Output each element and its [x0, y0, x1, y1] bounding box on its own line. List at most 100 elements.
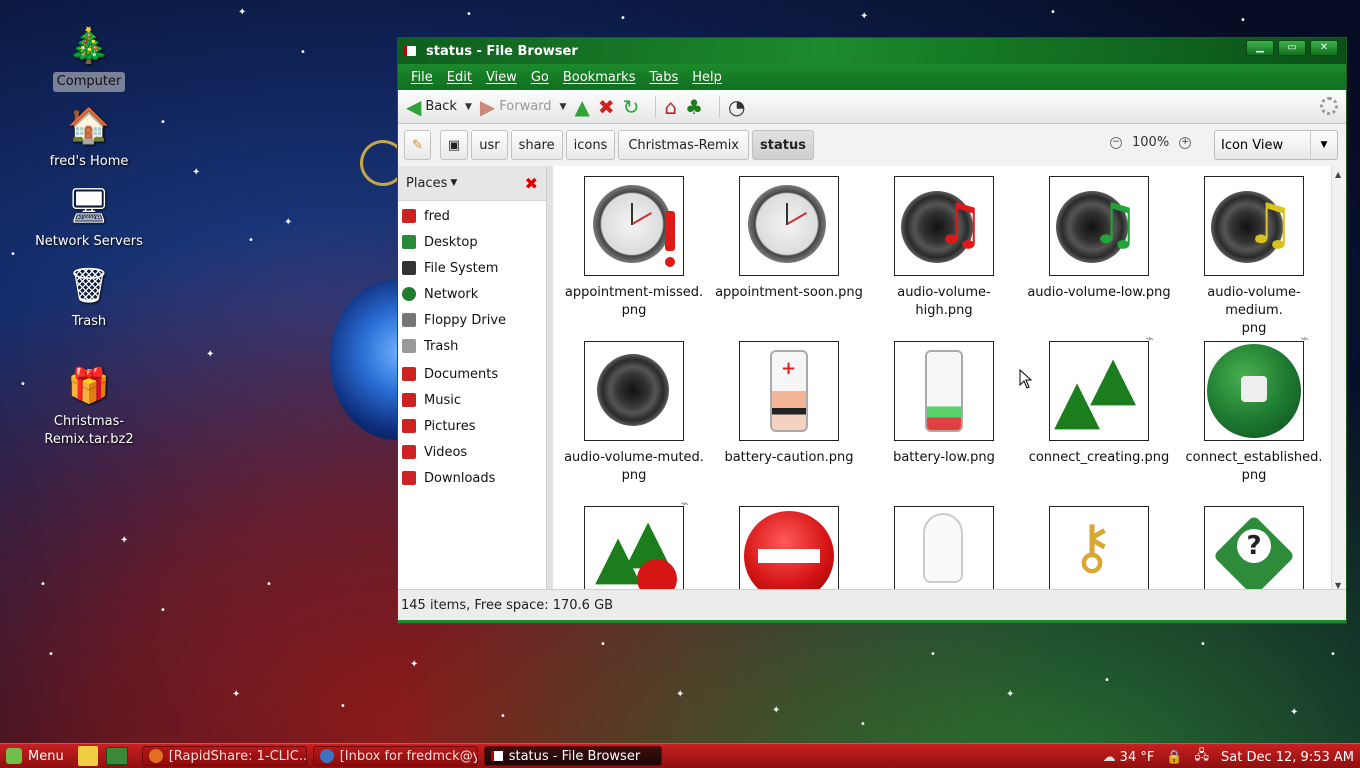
trash-icon	[402, 339, 416, 353]
desktop-icon-network-servers[interactable]: 🖥 Network Servers	[14, 184, 164, 252]
crumb-share[interactable]: share	[510, 130, 563, 160]
sidebar-item-label: File System	[424, 260, 499, 276]
toggle-location-button[interactable]: ✎	[404, 130, 431, 160]
chevron-down-icon[interactable]: ▼	[560, 102, 567, 112]
menu-tabs[interactable]: Tabs	[649, 70, 678, 85]
file-item[interactable]: appointment-missed. png	[559, 176, 709, 320]
stop-button[interactable]: ✖	[598, 95, 615, 119]
file-item[interactable]: + battery-caution.png	[714, 341, 864, 467]
system-tray: ☁ 34 °F 🔒 🖧 Sat Dec 12, 9:53 AM	[1103, 746, 1354, 768]
folder-icon	[402, 367, 416, 381]
sidebar-item-file-system[interactable]: File System	[398, 255, 546, 281]
up-button[interactable]: ▲	[574, 95, 589, 119]
maximize-button[interactable]: ▭	[1278, 40, 1306, 56]
file-item[interactable]	[714, 506, 864, 594]
task-thunderbird[interactable]: [Inbox for fredmck@y...	[312, 746, 478, 766]
floppy-icon	[402, 313, 416, 327]
computer-button[interactable]: ♣	[685, 95, 703, 119]
sidebar-item-fred[interactable]: fred	[398, 203, 546, 229]
sidebar-item-pictures[interactable]: Pictures	[398, 413, 546, 439]
main-area: Places ▼ ✖ fred Desktop File System Netw…	[398, 166, 1346, 594]
sidebar-item-label: Videos	[424, 444, 468, 460]
view-selector[interactable]: Icon View ▼	[1214, 130, 1338, 160]
file-item[interactable]: audio-volume-muted. png	[559, 341, 709, 485]
network-status-icon[interactable]: 🖧	[1195, 746, 1210, 768]
crumb-status[interactable]: status	[752, 130, 814, 160]
menu-help[interactable]: Help	[692, 70, 722, 85]
chevron-down-icon[interactable]: ▼	[465, 102, 472, 112]
close-button[interactable]: ✕	[1310, 40, 1338, 56]
weather-applet[interactable]: ☁ 34 °F	[1103, 750, 1155, 765]
crumb-usr[interactable]: usr	[471, 130, 508, 160]
home-button[interactable]: ⌂	[664, 95, 677, 119]
file-item[interactable]: ⌁ ▲ ▲	[559, 496, 709, 594]
lock-icon[interactable]: 🔒	[1166, 750, 1182, 765]
file-item[interactable]	[869, 506, 1019, 594]
task-file-browser[interactable]: status - File Browser	[483, 746, 662, 766]
crumb-icons[interactable]: icons	[565, 130, 616, 160]
file-item[interactable]: ♫ audio-volume-low.png	[1024, 176, 1174, 302]
sidebar-item-videos[interactable]: Videos	[398, 439, 546, 465]
menu-button[interactable]: Menu	[0, 746, 70, 766]
search-button[interactable]: ◔	[728, 95, 745, 119]
task-firefox[interactable]: [RapidShare: 1-CLIC...	[141, 746, 307, 766]
reload-button[interactable]: ↻	[623, 95, 640, 119]
mint-logo-icon	[6, 748, 22, 764]
forward-label: Forward	[499, 99, 552, 114]
notes-launcher-icon[interactable]	[77, 746, 98, 766]
sidebar-item-downloads[interactable]: Downloads	[398, 465, 546, 491]
zoom-out-icon[interactable]: −	[1110, 136, 1122, 149]
file-item[interactable]: ⌁ ▲ ▲ connect_creating.png	[1024, 331, 1174, 467]
menu-view[interactable]: View	[486, 70, 517, 85]
chevron-down-icon: ▼	[450, 178, 458, 188]
back-label: Back	[425, 99, 457, 114]
sidebar-item-label: Pictures	[424, 418, 476, 434]
places-sidebar: Places ▼ ✖ fred Desktop File System Netw…	[398, 166, 547, 594]
crumb-christmas-remix[interactable]: Christmas-Remix	[618, 130, 749, 160]
minimize-button[interactable]: ▁	[1246, 40, 1274, 56]
desktop-icon-label: Network Servers	[35, 234, 143, 249]
folder-icon	[402, 393, 416, 407]
zoom-in-icon[interactable]: +	[1179, 136, 1192, 149]
scroll-up-icon[interactable]: ▲	[1335, 170, 1341, 179]
sidebar-item-documents[interactable]: Documents	[398, 361, 546, 387]
forward-button[interactable]: ▶ Forward ▼	[480, 95, 567, 119]
terminal-launcher-icon[interactable]	[105, 747, 128, 765]
places-header[interactable]: Places ▼ ✖	[398, 166, 546, 201]
sidebar-item-trash[interactable]: Trash	[398, 333, 546, 359]
file-item[interactable]: ⚷	[1024, 506, 1174, 594]
file-item[interactable]: ⌁ connect_established. png	[1179, 331, 1329, 485]
location-bar: ✎ ▣ usr share icons Christmas-Remix stat…	[398, 124, 1346, 167]
toolbar-separator	[655, 95, 657, 118]
desktop-icon-computer[interactable]: 🎄 Computer	[14, 24, 164, 92]
title-bar[interactable]: status - File Browser ▁ ▭ ✕	[398, 38, 1346, 64]
menu-bookmarks[interactable]: Bookmarks	[563, 70, 636, 85]
file-thumbnail: ?	[1204, 506, 1304, 594]
cloud-icon: ☁	[1102, 749, 1116, 765]
file-item[interactable]: battery-low.png	[869, 341, 1019, 467]
view-selector-value: Icon View	[1221, 137, 1284, 153]
sidebar-item-music[interactable]: Music	[398, 387, 546, 413]
file-item[interactable]: appointment-soon.png	[714, 176, 864, 302]
close-sidebar-icon[interactable]: ✖	[525, 174, 538, 193]
file-item[interactable]: ♫ audio-volume-high.png	[869, 176, 1019, 320]
places-header-label: Places	[406, 175, 448, 191]
sidebar-item-floppy-drive[interactable]: Floppy Drive	[398, 307, 546, 333]
desktop-icon-christmas-remix[interactable]: 🎁 Christmas-Remix.tar.bz2	[14, 364, 164, 450]
desktop-icon-home[interactable]: 🏠 fred's Home	[14, 104, 164, 172]
window-icon	[490, 751, 503, 761]
sidebar-item-network[interactable]: Network	[398, 281, 546, 307]
sidebar-item-desktop[interactable]: Desktop	[398, 229, 546, 255]
menu-go[interactable]: Go	[531, 70, 549, 85]
menu-file[interactable]: File	[411, 70, 433, 85]
file-item[interactable]: ?	[1179, 506, 1329, 594]
crumb-root[interactable]: ▣	[439, 130, 469, 160]
desktop-icon-trash[interactable]: 🗑 Trash	[14, 264, 164, 332]
back-button[interactable]: ◀ Back ▼	[406, 95, 472, 119]
menu-label: Menu	[28, 748, 64, 764]
menu-edit[interactable]: Edit	[447, 70, 472, 85]
file-item[interactable]: ♫ audio-volume-medium. png	[1179, 176, 1329, 338]
sidebar-item-label: Floppy Drive	[424, 312, 507, 328]
clock[interactable]: Sat Dec 12, 9:53 AM	[1221, 750, 1354, 765]
vertical-scrollbar[interactable]: ▲ ▼	[1331, 166, 1346, 594]
